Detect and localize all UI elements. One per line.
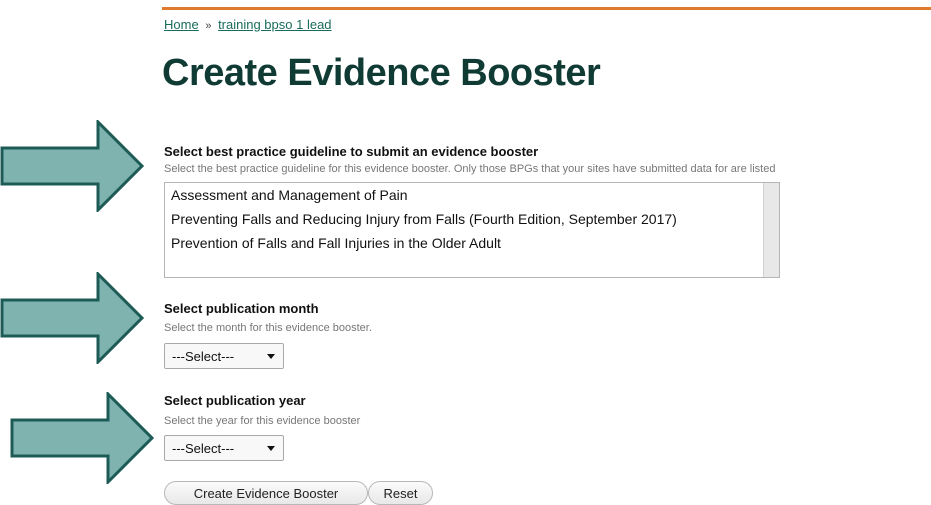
breadcrumb: Home » training bpso 1 lead bbox=[164, 17, 332, 32]
annotation-arrow-icon bbox=[10, 392, 155, 484]
breadcrumb-separator: » bbox=[205, 20, 212, 32]
year-help: Select the year for this evidence booste… bbox=[164, 415, 361, 427]
annotation-arrow-icon bbox=[0, 272, 145, 364]
year-select-value: ---Select--- bbox=[172, 440, 235, 456]
month-label: Select publication month bbox=[164, 301, 319, 316]
reset-button[interactable]: Reset bbox=[368, 481, 433, 505]
year-label: Select publication year bbox=[164, 393, 306, 408]
create-evidence-booster-button[interactable]: Create Evidence Booster bbox=[164, 481, 368, 505]
page-title: Create Evidence Booster bbox=[162, 52, 601, 94]
month-help: Select the month for this evidence boost… bbox=[164, 322, 372, 334]
top-accent-bar bbox=[162, 7, 931, 10]
month-select[interactable]: ---Select--- bbox=[164, 343, 284, 369]
guideline-listbox[interactable]: Assessment and Management of Pain Preven… bbox=[164, 182, 780, 278]
chevron-down-icon bbox=[267, 446, 275, 451]
chevron-down-icon bbox=[267, 354, 275, 359]
breadcrumb-home-link[interactable]: Home bbox=[164, 17, 199, 32]
year-select[interactable]: ---Select--- bbox=[164, 435, 284, 461]
month-select-value: ---Select--- bbox=[172, 348, 235, 364]
guideline-label: Select best practice guideline to submit… bbox=[164, 144, 539, 159]
listbox-scrollbar[interactable] bbox=[763, 183, 779, 277]
guideline-option[interactable]: Assessment and Management of Pain bbox=[165, 183, 779, 207]
breadcrumb-current-link[interactable]: training bpso 1 lead bbox=[218, 17, 331, 32]
guideline-help: Select the best practice guideline for t… bbox=[164, 163, 776, 175]
guideline-option[interactable]: Preventing Falls and Reducing Injury fro… bbox=[165, 207, 779, 231]
annotation-arrow-icon bbox=[0, 120, 145, 212]
guideline-option[interactable]: Prevention of Falls and Fall Injuries in… bbox=[165, 231, 779, 255]
